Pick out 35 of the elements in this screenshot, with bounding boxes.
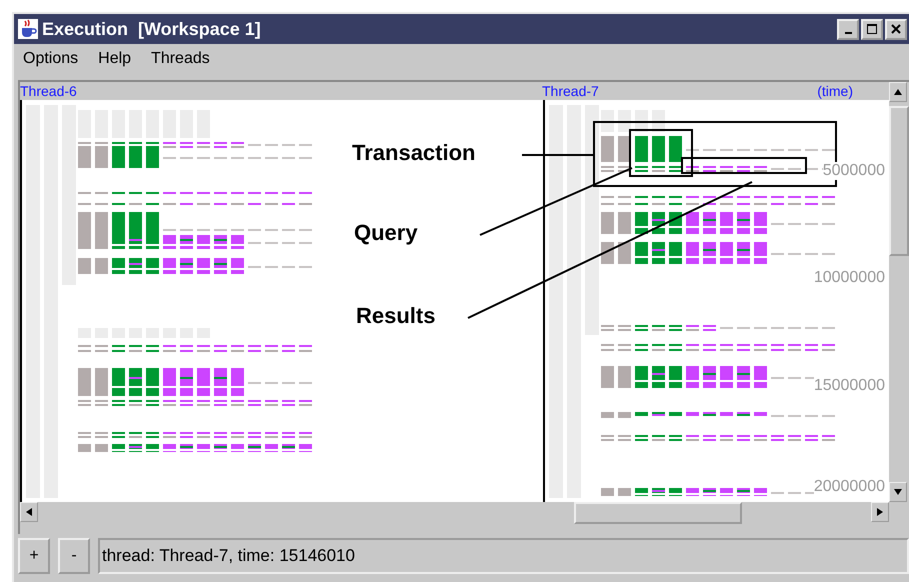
menu-item[interactable]: Options [23, 50, 78, 68]
zoom-out-button[interactable]: - [58, 538, 90, 574]
annotation-label: Results [356, 303, 436, 329]
status-field: thread: Thread-7, time: 15146010 [98, 538, 909, 574]
zoom-in-button[interactable]: + [18, 538, 50, 574]
menu-item[interactable]: Help [98, 50, 132, 68]
time-axis-label: (time) [817, 83, 853, 99]
maximize-button[interactable] [861, 18, 883, 40]
scroll-up-button[interactable] [889, 82, 907, 102]
time-tick-label: 5000000 [822, 162, 885, 180]
window-title: Execution [Workspace 1] [42, 18, 262, 40]
scroll-thumb[interactable] [889, 106, 909, 256]
vertical-scrollbar[interactable] [889, 82, 909, 502]
up-arrow-icon [894, 89, 902, 95]
close-icon [891, 24, 901, 34]
left-arrow-icon [26, 508, 32, 516]
horizontal-scrollbar[interactable] [20, 502, 889, 524]
minimize-button[interactable] [837, 18, 859, 40]
menu-item[interactable]: Threads [151, 50, 210, 68]
thread-label: Thread-6 [20, 83, 77, 99]
scroll-left-button[interactable] [20, 502, 38, 522]
annotation-label: Query [354, 220, 418, 246]
scroll-down-button[interactable] [889, 482, 907, 502]
scroll-right-button[interactable] [871, 502, 889, 522]
down-arrow-icon [894, 489, 902, 495]
close-button[interactable] [885, 18, 907, 40]
scroll-thumb[interactable] [574, 502, 742, 524]
minimize-icon [844, 32, 852, 34]
thread-label: Thread-7 [542, 83, 599, 99]
maximize-icon [867, 24, 877, 34]
annotation-label: Transaction [352, 140, 476, 166]
coffee-cup-icon [18, 19, 38, 39]
right-arrow-icon [877, 508, 883, 516]
time-tick-label: 20000000 [814, 478, 885, 496]
query-outline [629, 129, 693, 177]
